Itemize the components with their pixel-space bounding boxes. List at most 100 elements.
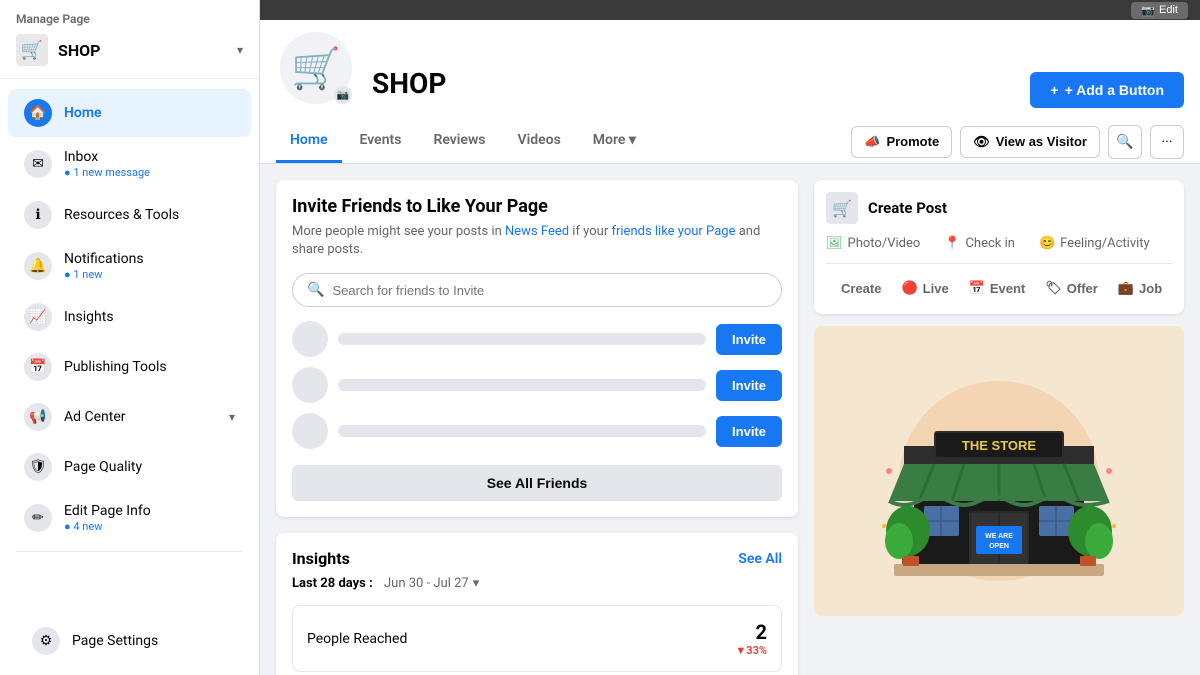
inbox-icon: ✉ [24, 150, 52, 178]
sidebar-footer: ⚙ Page Settings [0, 607, 259, 675]
svg-text:OPEN: OPEN [989, 543, 1009, 550]
offer-icon: 🏷 [1045, 280, 1062, 296]
inbox-badge: ● 1 new message [64, 166, 235, 179]
megaphone-icon: 📣 [864, 134, 880, 150]
photo-video-action[interactable]: 🖼 Photo/Video [826, 236, 920, 251]
search-button[interactable]: 🔍 [1108, 125, 1142, 159]
notifications-icon: 🔔 [24, 252, 52, 280]
sidebar-item-notifications[interactable]: 🔔 Notifications ● 1 new [8, 241, 251, 291]
publishing-tools-icon: 📅 [24, 353, 52, 381]
period-dropdown-icon[interactable]: ▾ [473, 576, 480, 591]
insights-see-all-link[interactable]: See All [738, 551, 782, 567]
sidebar-nav: 🏠 Home ✉ Inbox ● 1 new message ℹ Resourc… [0, 79, 259, 607]
sidebar-page-quality-label: Page Quality [64, 459, 235, 475]
sidebar-inbox-label: Inbox [64, 149, 235, 165]
sidebar-adcenter-label: Ad Center [64, 409, 217, 425]
sidebar-item-insights[interactable]: 📈 Insights [8, 293, 251, 341]
friends-link[interactable]: friends like your Page [611, 224, 735, 239]
promote-button[interactable]: 📣 Promote [851, 126, 952, 158]
sidebar-item-resources[interactable]: ℹ Resources & Tools [8, 191, 251, 239]
sidebar-item-page-quality[interactable]: 🛡 Page Quality [8, 443, 251, 491]
invite-search-box: 🔍 [292, 273, 782, 307]
home-icon: 🏠 [24, 99, 52, 127]
add-button-cta[interactable]: + + Add a Button [1030, 72, 1184, 108]
ad-center-icon: 📢 [24, 403, 52, 431]
offer-label: Offer [1067, 281, 1098, 296]
check-in-action[interactable]: 📍 Check in [944, 236, 1015, 251]
check-in-icon: 📍 [944, 236, 960, 251]
photo-video-icon: 🖼 [826, 236, 843, 251]
edit-cover-label: Edit [1159, 4, 1178, 16]
search-icon-small: 🔍 [307, 282, 324, 298]
insights-period-range: Jun 30 - Jul 27 [384, 576, 469, 591]
invite-button-1[interactable]: Invite [716, 324, 782, 355]
insights-title: Insights [292, 549, 350, 568]
metric-people-reached: People Reached 2 ▼33% [292, 605, 782, 672]
sidebar-settings-label: Page Settings [72, 633, 227, 649]
promote-label: Promote [886, 134, 939, 149]
page-quality-icon: 🛡 [24, 453, 52, 481]
friend-name-bar-2 [338, 379, 706, 391]
camera-icon: 📷 [1141, 4, 1155, 17]
invite-button-2[interactable]: Invite [716, 370, 782, 401]
friend-row-1: Invite [292, 321, 782, 357]
add-button-label: + Add a Button [1065, 82, 1164, 98]
more-options-button[interactable]: ··· [1150, 125, 1184, 159]
tabs-right: 📣 Promote 👁 View as Visitor 🔍 ··· [851, 125, 1184, 159]
add-button-icon: + [1050, 82, 1058, 98]
manage-page-label: Manage Page [16, 12, 243, 26]
sidebar-item-inbox[interactable]: ✉ Inbox ● 1 new message [8, 139, 251, 189]
edit-page-info-badge: ● 4 new [64, 520, 235, 533]
svg-text:WE ARE: WE ARE [985, 533, 1013, 540]
sidebar-item-edit-page-info[interactable]: ✏ Edit Page Info ● 4 new [8, 493, 251, 543]
profile-top: 🛒 📷 SHOP + + Add a Button [276, 20, 1184, 120]
see-all-friends-button[interactable]: See All Friends [292, 465, 782, 501]
feeling-icon: 😊 [1039, 236, 1055, 251]
sidebar-item-publishing-tools[interactable]: 📅 Publishing Tools [8, 343, 251, 391]
feeling-action[interactable]: 😊 Feeling/Activity [1039, 236, 1150, 251]
sidebar: Manage Page 🛒 SHOP ▾ 🏠 Home ✉ Inbox ● 1 … [0, 0, 260, 675]
sidebar-item-page-settings[interactable]: ⚙ Page Settings [16, 617, 243, 665]
tab-events[interactable]: Events [346, 120, 416, 163]
invite-search-input[interactable] [332, 283, 767, 298]
tab-reviews[interactable]: Reviews [419, 120, 499, 163]
tab-home[interactable]: Home [276, 120, 342, 163]
page-avatar: 🛒 [16, 34, 48, 66]
settings-icon: ⚙ [32, 627, 60, 655]
photo-video-label: Photo/Video [848, 236, 921, 251]
search-icon: 🔍 [1116, 134, 1133, 150]
create-post-card: 🛒 Create Post 🖼 Photo/Video 📍 Check in 😊 [814, 180, 1184, 314]
content-right: 🛒 Create Post 🖼 Photo/Video 📍 Check in 😊 [814, 180, 1184, 659]
friend-name-bar-3 [338, 425, 706, 437]
offer-tool-button[interactable]: 🏷 Offer [1035, 274, 1108, 302]
page-selector[interactable]: 🛒 SHOP ▾ [16, 34, 243, 66]
job-tool-button[interactable]: 💼 Job [1108, 274, 1172, 302]
create-tool-button[interactable]: Create [826, 275, 891, 302]
edit-cover-button[interactable]: 📷 Edit [1131, 2, 1188, 19]
people-reached-value-wrap: 2 ▼33% [735, 620, 767, 657]
feeling-label: Feeling/Activity [1060, 236, 1150, 251]
tabs-left: Home Events Reviews Videos More ▾ [276, 120, 650, 163]
tab-videos[interactable]: Videos [504, 120, 575, 163]
invite-button-3[interactable]: Invite [716, 416, 782, 447]
profile-section: 🛒 📷 SHOP + + Add a Button Home Events Re… [260, 20, 1200, 164]
live-tool-button[interactable]: 🔴 Live [891, 274, 958, 302]
insights-period-prefix: Last 28 days : [292, 576, 373, 591]
cover-bar: 📷 Edit [260, 0, 1200, 20]
newsfeed-link[interactable]: News Feed [505, 224, 569, 239]
page-tabs: Home Events Reviews Videos More ▾ 📣 Prom… [276, 120, 1184, 163]
event-icon: 📅 [969, 280, 985, 296]
tab-more[interactable]: More ▾ [579, 120, 650, 163]
create-label: Create [841, 281, 881, 296]
sidebar-item-ad-center[interactable]: 📢 Ad Center ▾ [8, 393, 251, 441]
friend-avatar-2 [292, 367, 328, 403]
job-icon: 💼 [1118, 280, 1134, 296]
people-reached-change: ▼33% [735, 644, 767, 657]
view-as-visitor-button[interactable]: 👁 View as Visitor [960, 126, 1100, 158]
eye-icon: 👁 [973, 134, 990, 150]
page-selector-chevron-icon: ▾ [237, 43, 243, 57]
event-tool-button[interactable]: 📅 Event [959, 274, 1036, 302]
sidebar-item-home[interactable]: 🏠 Home [8, 89, 251, 137]
main-content: 📷 Edit 🛒 📷 SHOP + + Add a Button Home Ev… [260, 0, 1200, 675]
edit-avatar-button[interactable]: 📷 [334, 86, 352, 104]
